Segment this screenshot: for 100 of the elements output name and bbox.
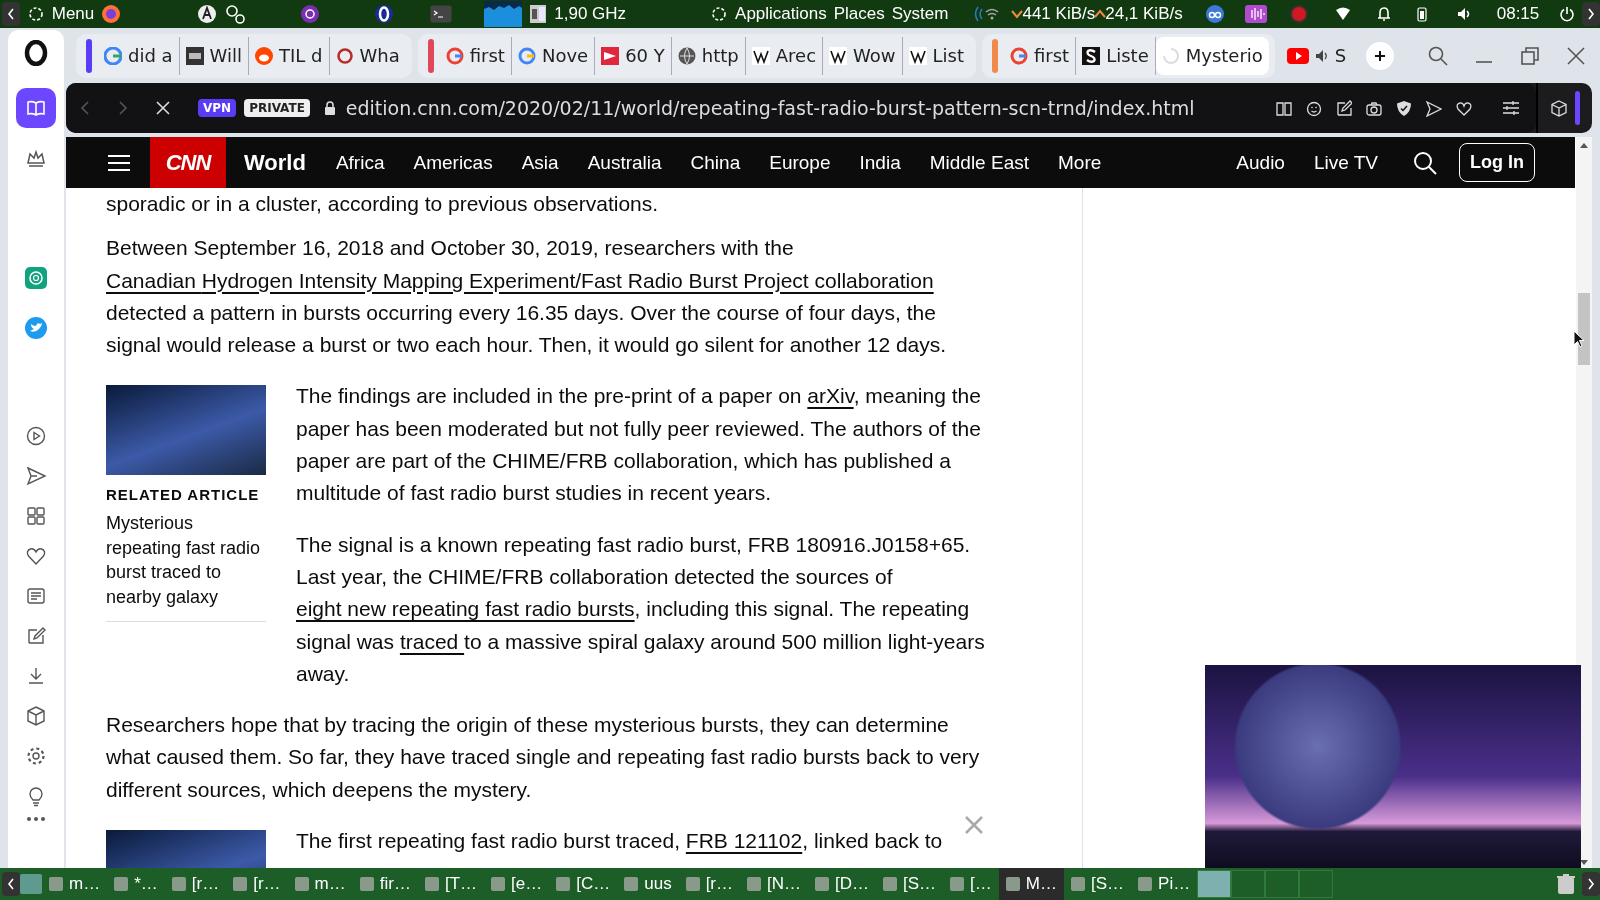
nav-link[interactable]: Europe	[769, 151, 831, 174]
related-article-link[interactable]: Mysterious repeating fast radio burst traced to nearby galaxy	[106, 511, 266, 610]
chevron-right-icon[interactable]	[1587, 8, 1596, 20]
chevron-right-icon[interactable]	[1587, 878, 1595, 890]
camera-icon[interactable]	[1366, 99, 1382, 117]
panel-menu[interactable]: Applications	[735, 4, 827, 24]
taskbar-button[interactable]: m…	[42, 868, 108, 900]
heart-icon[interactable]	[1456, 99, 1472, 117]
opera-icon[interactable]	[374, 4, 395, 24]
trash-icon[interactable]	[1556, 873, 1576, 895]
taskbar-button[interactable]: [T…	[417, 868, 485, 900]
browser-tab[interactable]: TIL d	[249, 36, 330, 75]
search-icon[interactable]	[1413, 150, 1437, 175]
taskbar-button[interactable]: [r…	[164, 868, 227, 900]
browser-tab[interactable]: Liste	[1076, 36, 1156, 75]
edit-icon[interactable]	[1336, 99, 1352, 117]
browser-tab[interactable]: did a	[98, 36, 180, 75]
emoji-icon[interactable]	[1306, 99, 1322, 117]
terminal-icon[interactable]	[430, 5, 453, 23]
taskbar-button[interactable]: [e…	[484, 868, 550, 900]
browser-tab[interactable]: Will	[179, 36, 249, 75]
article-link[interactable]: FRB 121102	[685, 829, 803, 853]
sidebar-button[interactable]	[16, 88, 56, 128]
nav-link[interactable]: Americas	[413, 151, 493, 174]
browser-tab[interactable]: http	[671, 36, 746, 75]
power-icon[interactable]	[1559, 6, 1576, 22]
clock[interactable]: 08:15	[1496, 4, 1540, 24]
menu-label[interactable]: Menu	[51, 4, 95, 24]
more-icon[interactable]	[26, 816, 46, 822]
browser-tab[interactable]: Wow	[823, 36, 903, 75]
panel-menu[interactable]: System	[891, 4, 949, 24]
battery-icon[interactable]	[1416, 6, 1427, 22]
sliders-icon[interactable]	[1502, 100, 1520, 116]
browser-tab[interactable]: Nove	[511, 36, 596, 75]
nav-link[interactable]: Middle East	[929, 151, 1029, 174]
taskbar-button[interactable]: [S…	[876, 868, 944, 900]
taskbar-button[interactable]: [S…	[1064, 868, 1132, 900]
firefox-icon[interactable]	[101, 4, 122, 24]
taskbar-button[interactable]: M…	[998, 868, 1064, 900]
torrent-icon[interactable]	[1204, 4, 1225, 24]
scroll-up-icon[interactable]	[1580, 143, 1588, 148]
login-button[interactable]: Log In	[1459, 143, 1535, 182]
taskbar-button[interactable]: Pi…	[1131, 868, 1198, 900]
nav-link[interactable]: Africa	[335, 151, 385, 174]
browser-tab[interactable]: 60 Y	[595, 36, 672, 75]
bell-icon[interactable]	[1376, 6, 1391, 22]
send-icon[interactable]	[1426, 99, 1442, 117]
browser-tab[interactable]: Arec	[745, 36, 824, 75]
taskbar-button[interactable]: fir…	[352, 868, 418, 900]
reader-icon[interactable]	[1276, 99, 1292, 117]
nav-link[interactable]: Audio	[1236, 151, 1285, 174]
video-placeholder[interactable]	[1205, 665, 1581, 868]
article-link[interactable]: Canadian	[106, 268, 202, 292]
article-link[interactable]: eight new repeating fast radio bursts	[296, 597, 635, 621]
restore-icon[interactable]	[1520, 45, 1540, 66]
taskbar-button[interactable]: [C…	[549, 868, 618, 900]
tab-group-marker[interactable]	[992, 38, 998, 73]
chevron-left-icon[interactable]	[7, 878, 15, 890]
taskbar-button[interactable]: […	[943, 868, 999, 900]
close-icon[interactable]	[1566, 45, 1586, 66]
browser-tab[interactable]: List	[902, 36, 970, 75]
gears-icon[interactable]	[224, 3, 247, 25]
stop-icon[interactable]	[156, 101, 170, 115]
nav-link[interactable]: Australia	[587, 151, 662, 174]
browser-tab[interactable]: S	[1280, 36, 1353, 75]
url-field[interactable]: edition.cnn.com/2020/02/11/world/repeating-fast-radio-burst-pattern-scn-trnd/index.html	[345, 97, 1195, 119]
menu-icon[interactable]	[108, 153, 130, 172]
taskbar-button[interactable]: uus	[617, 868, 679, 900]
taskbar-button[interactable]: [r…	[678, 868, 741, 900]
nav-link[interactable]: Asia	[521, 151, 559, 174]
taskbar-button[interactable]: m…	[287, 868, 353, 900]
browser-tab[interactable]: Wha	[329, 36, 406, 75]
cube-icon[interactable]	[1550, 99, 1567, 117]
tab-group-marker[interactable]	[86, 38, 92, 73]
browser-tab[interactable]: first	[1004, 36, 1077, 75]
plus-icon[interactable]	[1374, 49, 1387, 62]
nav-link[interactable]: Live TV	[1313, 151, 1378, 174]
tor-icon[interactable]	[300, 4, 321, 24]
nav-link[interactable]: India	[859, 151, 901, 174]
font-icon[interactable]	[197, 4, 218, 24]
taskbar-button[interactable]: [D…	[808, 868, 877, 900]
taskbar-button[interactable]: *…	[107, 868, 165, 900]
cnn-logo[interactable]: CNN	[150, 137, 226, 188]
nav-link[interactable]: China	[690, 151, 741, 174]
tab-group-marker[interactable]	[427, 38, 434, 73]
taskbar-button[interactable]: [r…	[226, 868, 288, 900]
scrollbar-thumb[interactable]	[1578, 293, 1590, 365]
sidebar-toggle-bar[interactable]	[1574, 91, 1580, 125]
shield-icon[interactable]	[1396, 99, 1412, 117]
article-link[interactable]: traced	[399, 629, 465, 653]
browser-tab[interactable]: Mysterio	[1155, 36, 1269, 75]
taskbar-button[interactable]: [N…	[740, 868, 809, 900]
panel-menu[interactable]: Places	[833, 4, 885, 24]
article-link[interactable]: arXiv	[807, 384, 854, 408]
chevron-left-icon[interactable]	[6, 8, 15, 20]
vpn-badge[interactable]: VPN	[198, 99, 237, 117]
scroll-down-icon[interactable]	[1580, 860, 1588, 865]
audio-wave-icon[interactable]	[1244, 5, 1267, 23]
section-title[interactable]: World	[244, 149, 306, 176]
wifi-icon[interactable]	[1334, 7, 1351, 21]
